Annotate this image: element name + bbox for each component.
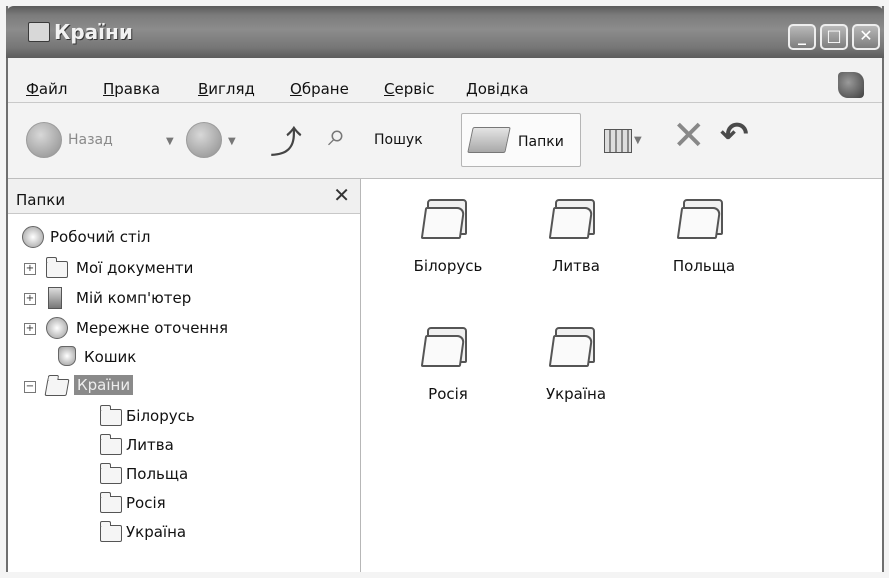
maximize-button[interactable]: □: [820, 24, 848, 50]
folder-icon: [100, 434, 122, 455]
desktop-icon: [22, 226, 44, 248]
tree-item-label: Країни: [74, 375, 134, 395]
tree-item-label: Україна: [126, 523, 187, 541]
folder-icon: [548, 327, 597, 367]
delete-icon[interactable]: ✕: [672, 113, 706, 159]
folder-icon: [100, 463, 122, 484]
computer-icon: [48, 287, 62, 309]
folder-window-icon: [28, 22, 50, 42]
folder-icon: [676, 199, 725, 239]
menu-tools[interactable]: Сервіс: [384, 80, 435, 98]
forward-dropdown-icon[interactable]: ▼: [228, 136, 236, 147]
tree-item-label: Польща: [126, 465, 189, 483]
up-folder-icon[interactable]: ⤴: [270, 117, 302, 163]
expand-icon[interactable]: +: [24, 293, 36, 305]
tree-item-label: Мої документи: [76, 259, 194, 277]
search-button-label[interactable]: Пошук: [374, 132, 423, 148]
content-pane: Білорусь Литва Польща Росія Україна: [361, 179, 882, 572]
tree-item-label: Білорусь: [126, 407, 195, 425]
explorer-window: Країни _ □ ✕ Файл Правка Вигляд Обране С…: [6, 6, 884, 572]
search-icon[interactable]: ⌕: [328, 115, 346, 154]
menu-bar: Файл Правка Вигляд Обране Сервіс Довідка: [8, 58, 882, 103]
folder-icon: [420, 199, 469, 239]
recycle-bin-icon: [58, 346, 76, 366]
close-button[interactable]: ✕: [852, 24, 880, 50]
tree-item-label: Мій комп'ютер: [76, 289, 192, 307]
menu-help[interactable]: Довідка: [466, 80, 529, 98]
views-dropdown-icon[interactable]: ▼: [634, 135, 642, 146]
back-button-label[interactable]: Назад: [68, 132, 113, 148]
network-icon: [46, 317, 68, 339]
toolbar: Назад ▼ ▼ ⤴ ⌕ Пошук Папки ▼ ✕ ↶: [8, 103, 882, 179]
tree-item-label: Литва: [126, 436, 174, 454]
folder-icon: [100, 521, 122, 542]
folders-pane: Папки ✕ Робочий стіл + Мої документи + М…: [8, 179, 361, 572]
folder-icon: [100, 492, 122, 513]
back-arrow-icon[interactable]: [26, 122, 62, 158]
views-icon[interactable]: [604, 129, 632, 153]
undo-icon[interactable]: ↶: [720, 115, 749, 155]
expand-icon[interactable]: +: [24, 263, 36, 275]
folders-icon: [467, 127, 511, 153]
tree-item-label: Мережне оточення: [76, 319, 229, 337]
folder-label: Білорусь: [413, 257, 483, 275]
open-folder-icon: [44, 379, 70, 396]
tree-item-label: Робочий стіл: [50, 228, 151, 246]
expand-icon[interactable]: +: [24, 323, 36, 335]
title-bar[interactable]: Країни _ □ ✕: [6, 6, 884, 58]
folders-pane-header: Папки ✕: [8, 179, 360, 214]
tree-item-label: Кошик: [84, 348, 137, 366]
windows-logo-icon: [838, 72, 864, 98]
forward-arrow-icon[interactable]: [186, 122, 222, 158]
menu-view[interactable]: Вигляд: [198, 80, 255, 98]
documents-folder-icon: [46, 257, 68, 278]
back-dropdown-icon[interactable]: ▼: [166, 136, 174, 147]
folder-label: Литва: [552, 257, 600, 275]
folders-button-label: Папки: [518, 134, 564, 150]
folder-label: Росія: [428, 385, 468, 403]
folders-pane-title: Папки: [16, 191, 66, 209]
minimize-button[interactable]: _: [788, 24, 816, 50]
tree-item-label: Росія: [126, 494, 166, 512]
menu-favorites[interactable]: Обране: [290, 80, 349, 98]
window-title: Країни: [54, 20, 133, 44]
folder-icon: [100, 405, 122, 426]
folder-label: Польща: [672, 257, 736, 275]
close-icon[interactable]: ✕: [333, 183, 350, 207]
folder-label: Україна: [545, 385, 607, 403]
menu-edit[interactable]: Правка: [103, 80, 160, 98]
menu-file[interactable]: Файл: [26, 80, 67, 98]
collapse-icon[interactable]: −: [24, 381, 36, 393]
folder-icon: [548, 199, 597, 239]
folder-icon: [420, 327, 469, 367]
